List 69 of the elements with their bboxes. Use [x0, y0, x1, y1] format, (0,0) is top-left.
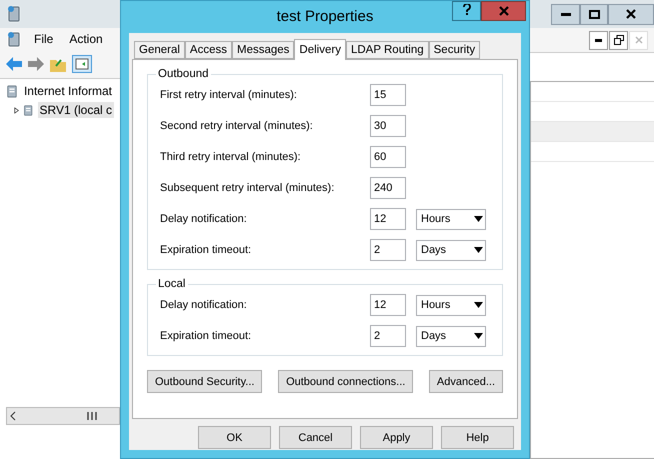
- menu-item[interactable]: File: [30, 30, 58, 48]
- close-button[interactable]: [608, 4, 654, 24]
- field-label: Third retry interval (minutes):: [160, 151, 302, 163]
- unit-dropdown[interactable]: Days: [416, 240, 486, 260]
- dialog-button[interactable]: Help: [441, 426, 514, 449]
- unit-dropdown[interactable]: Days: [416, 326, 486, 346]
- close-icon: [626, 9, 636, 19]
- input-field[interactable]: 60: [370, 146, 406, 168]
- panel-icon[interactable]: [72, 55, 92, 73]
- input-field[interactable]: 12: [370, 208, 406, 230]
- server-icon: [6, 84, 18, 98]
- restore-button[interactable]: [609, 30, 628, 50]
- maximize-button[interactable]: [580, 4, 608, 24]
- field-label: First retry interval (minutes):: [160, 89, 298, 101]
- folder-icon[interactable]: [50, 56, 66, 72]
- dialog-button[interactable]: Apply: [360, 426, 433, 449]
- field-label: Second retry interval (minutes):: [160, 120, 314, 132]
- option-button[interactable]: Outbound connections...: [278, 370, 414, 393]
- maximize-icon: [588, 10, 600, 18]
- tab[interactable]: Delivery: [294, 39, 346, 60]
- input-field[interactable]: 240: [370, 177, 406, 199]
- tab[interactable]: Messages: [232, 41, 294, 59]
- minimize-icon: [560, 12, 570, 16]
- field-label: Expiration timeout:: [160, 244, 252, 256]
- dialog-button[interactable]: Cancel: [279, 426, 352, 449]
- question-mark-icon: [462, 4, 470, 15]
- option-button[interactable]: Outbound Security...: [147, 370, 262, 393]
- app-icon: [6, 5, 22, 23]
- forward-arrow-icon[interactable]: [28, 57, 44, 71]
- window-title: test Properties: [276, 8, 374, 24]
- tab[interactable]: LDAP Routing: [346, 41, 429, 59]
- close-icon: [634, 36, 642, 44]
- option-button[interactable]: Advanced...: [428, 370, 503, 393]
- field-label: Delay notification:: [160, 299, 248, 311]
- tree-item[interactable]: Internet Informat: [22, 83, 114, 99]
- dropdown-arrow-icon: [474, 302, 483, 308]
- dropdown-arrow-icon: [474, 216, 483, 222]
- group-title: Local: [157, 278, 186, 290]
- input-field[interactable]: 2: [370, 239, 406, 261]
- restore-icon: [614, 35, 624, 45]
- menu-item[interactable]: Action: [65, 30, 107, 48]
- input-field[interactable]: 15: [370, 84, 406, 106]
- tab[interactable]: Access: [184, 41, 232, 59]
- field-label: Expiration timeout:: [160, 330, 252, 342]
- scroll-grip-icon[interactable]: [87, 412, 97, 420]
- dialog-button[interactable]: OK: [198, 426, 271, 449]
- unit-dropdown[interactable]: Hours: [416, 294, 486, 316]
- unit-dropdown[interactable]: Hours: [416, 208, 486, 230]
- app-icon: [6, 31, 22, 47]
- help-button[interactable]: [452, 1, 481, 21]
- back-arrow-icon[interactable]: [6, 57, 22, 71]
- dropdown-arrow-icon: [474, 247, 483, 253]
- server-icon: [23, 102, 34, 118]
- input-field[interactable]: 12: [370, 294, 406, 316]
- horizontal-scrollbar[interactable]: [6, 407, 120, 425]
- input-field[interactable]: 2: [370, 325, 406, 347]
- tab[interactable]: General: [134, 41, 185, 59]
- close-icon: [498, 6, 508, 16]
- dropdown-arrow-icon: [474, 333, 483, 339]
- expand-arrow-icon[interactable]: [14, 106, 20, 114]
- minimize-button[interactable]: [589, 30, 608, 50]
- minimize-button[interactable]: [551, 4, 580, 24]
- field-label: Delay notification:: [160, 213, 248, 225]
- tab[interactable]: Security: [428, 41, 480, 59]
- minimize-icon: [595, 38, 602, 42]
- group-title: Outbound: [157, 68, 210, 80]
- field-label: Subsequent retry interval (minutes):: [160, 182, 336, 194]
- tree-item[interactable]: SRV1 (local c: [38, 102, 114, 118]
- input-field[interactable]: 30: [370, 115, 406, 137]
